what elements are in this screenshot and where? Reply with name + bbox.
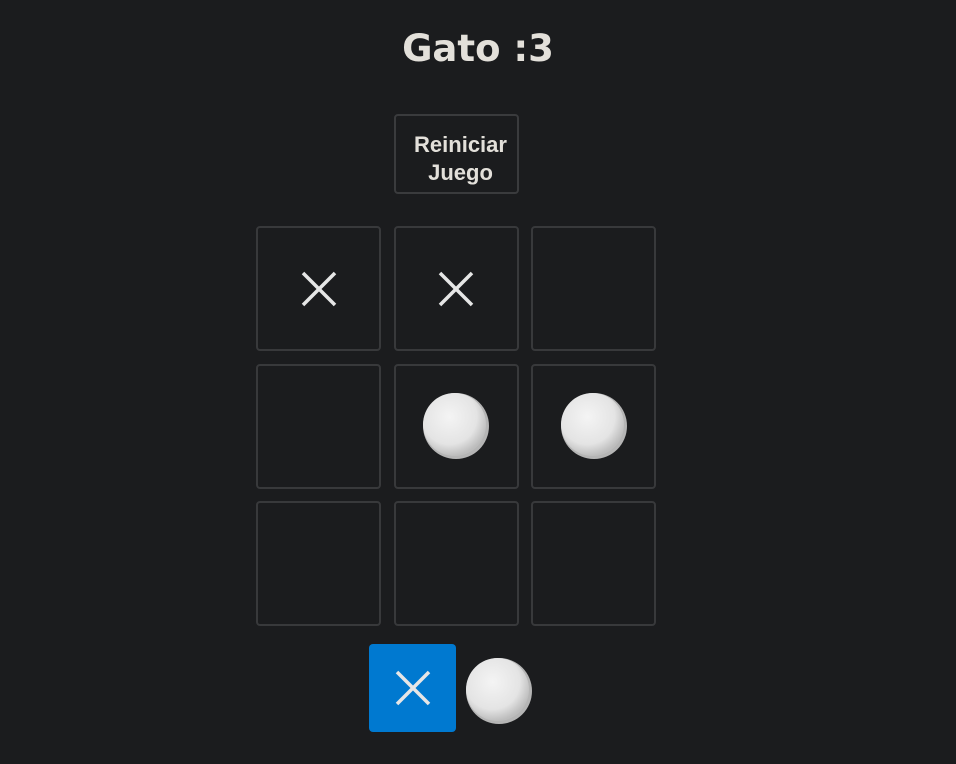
white-circle-icon bbox=[466, 658, 532, 724]
board-cell[interactable] bbox=[531, 501, 656, 626]
board-cell[interactable] bbox=[531, 226, 656, 351]
cross-icon bbox=[395, 670, 430, 706]
white-circle-icon bbox=[423, 393, 489, 459]
white-circle-icon bbox=[560, 393, 627, 459]
reset-game-button[interactable]: Reiniciar Juego bbox=[394, 114, 519, 194]
board-cell[interactable] bbox=[256, 501, 381, 626]
cross-icon bbox=[301, 271, 336, 306]
turn-o-indicator[interactable] bbox=[464, 656, 534, 726]
board-cell[interactable] bbox=[256, 226, 381, 351]
cross-icon bbox=[438, 271, 474, 306]
board-cell[interactable] bbox=[256, 363, 381, 489]
board-cell[interactable] bbox=[393, 363, 519, 489]
board-cell[interactable] bbox=[393, 501, 519, 626]
turn-x-indicator[interactable] bbox=[369, 644, 456, 732]
board-cell[interactable] bbox=[531, 363, 656, 489]
game-board bbox=[256, 226, 656, 626]
reset-label-line1: Reiniciar bbox=[414, 132, 507, 157]
page-title: Gato :3 bbox=[402, 27, 554, 70]
reset-label-line2: Juego bbox=[428, 160, 493, 185]
board-cell[interactable] bbox=[393, 226, 519, 351]
